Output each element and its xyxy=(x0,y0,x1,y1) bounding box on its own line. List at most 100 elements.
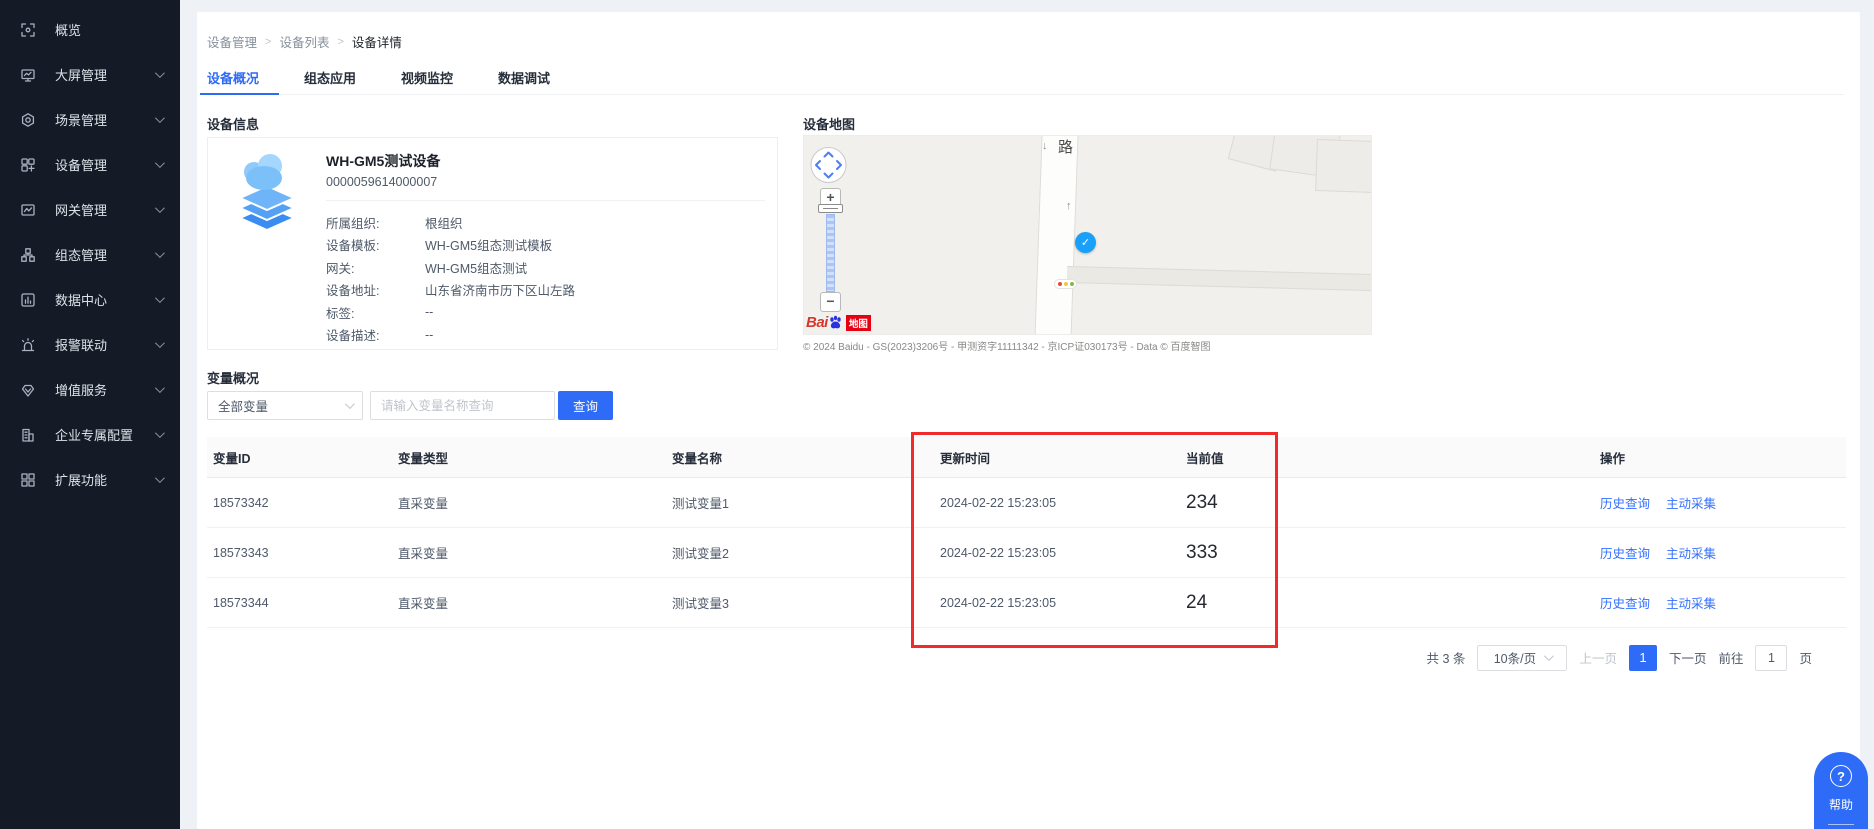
cell-variable-type: 直采变量 xyxy=(398,593,672,612)
col-header-actions: 操作 xyxy=(1600,448,1846,467)
sidebar-item-label: 报警联动 xyxy=(55,335,107,354)
cell-variable-name: 测试变量3 xyxy=(672,593,940,612)
cell-variable-type: 直采变量 xyxy=(398,543,672,562)
help-label: 帮助 xyxy=(1829,796,1853,813)
chevron-down-icon xyxy=(155,203,165,213)
sidebar-item-scene-mgmt[interactable]: 场景管理 xyxy=(0,97,180,142)
sidebar-item-screen-mgmt[interactable]: 大屏管理 xyxy=(0,52,180,97)
sidebar-item-label: 大屏管理 xyxy=(55,65,107,84)
field-value: WH-GM5组态测试 xyxy=(425,258,527,277)
device-name: WH-GM5测试设备 xyxy=(326,151,440,171)
device-field-row: 所属组织:根组织 xyxy=(326,211,767,234)
field-value: -- xyxy=(425,305,433,319)
cell-actions: 历史查询 主动采集 xyxy=(1600,543,1846,562)
device-field-row: 标签:-- xyxy=(326,301,767,324)
baidu-paw-icon xyxy=(828,315,843,330)
zoom-slider-handle[interactable] xyxy=(818,204,843,213)
map-building xyxy=(1315,139,1372,193)
tab-video-monitor[interactable]: 视频监控 xyxy=(401,65,453,94)
field-label: 设备描述: xyxy=(326,325,425,344)
breadcrumb-item[interactable]: 设备列表 xyxy=(279,32,329,51)
device-info-title: 设备信息 xyxy=(207,114,259,133)
sidebar-item-data-center[interactable]: 数据中心 xyxy=(0,277,180,322)
scene-icon xyxy=(20,112,36,128)
manual-collect-link[interactable]: 主动采集 xyxy=(1666,493,1716,512)
tab-bar: 设备概况 组态应用 视频监控 数据调试 xyxy=(207,65,1844,95)
page-number-button[interactable]: 1 xyxy=(1629,645,1657,671)
chevron-down-icon xyxy=(155,293,165,303)
screen-icon xyxy=(20,67,36,83)
sidebar-item-label: 网关管理 xyxy=(55,200,107,219)
cell-variable-id: 18573343 xyxy=(213,546,398,560)
map-pan-control[interactable] xyxy=(809,146,848,189)
cell-variable-name: 测试变量2 xyxy=(672,543,940,562)
map-marker-icon[interactable]: ✓ xyxy=(1075,232,1096,253)
page-size-select[interactable]: 10条/页 xyxy=(1477,645,1567,671)
goto-page-input[interactable] xyxy=(1755,645,1787,671)
breadcrumb: 设备管理 > 设备列表 > 设备详情 xyxy=(207,32,402,51)
sidebar-item-extensions[interactable]: 扩展功能 xyxy=(0,457,180,502)
device-map-title: 设备地图 xyxy=(803,114,855,133)
map-road-vertical xyxy=(1034,135,1079,335)
map-road-label: 路 xyxy=(1058,136,1073,157)
col-header-variable-name: 变量名称 xyxy=(672,448,940,467)
device-stack-icon xyxy=(232,148,302,236)
tab-config-app[interactable]: 组态应用 xyxy=(304,65,356,94)
manual-collect-link[interactable]: 主动采集 xyxy=(1666,593,1716,612)
cell-update-time: 2024-02-22 15:23:05 xyxy=(940,596,1186,610)
field-value: 山东省济南市历下区山左路 xyxy=(425,280,575,299)
device-info-card: WH-GM5测试设备 0000059614000007 所属组织:根组织 设备模… xyxy=(207,137,778,350)
prev-page-button[interactable]: 上一页 xyxy=(1579,648,1617,667)
map-canvas[interactable]: 路 ↓ ↑ ✓ + xyxy=(803,135,1372,335)
map-copyright: © 2024 Baidu - GS(2023)3206号 - 甲测资字11111… xyxy=(803,338,1372,353)
history-query-link[interactable]: 历史查询 xyxy=(1600,593,1650,612)
sidebar-item-label: 数据中心 xyxy=(55,290,107,309)
road-arrow-down-icon: ↓ xyxy=(1042,140,1048,152)
field-value: 根组织 xyxy=(425,213,463,232)
breadcrumb-item-current: 设备详情 xyxy=(352,32,402,51)
sidebar-item-alarm-linkage[interactable]: 报警联动 xyxy=(0,322,180,367)
zoom-out-button[interactable]: − xyxy=(820,292,841,312)
config-tree-icon xyxy=(20,247,36,263)
cell-actions: 历史查询 主动采集 xyxy=(1600,593,1846,612)
table-row: 18573342 直采变量 测试变量1 2024-02-22 15:23:05 … xyxy=(207,478,1846,528)
tab-device-overview[interactable]: 设备概况 xyxy=(207,65,259,94)
help-widget[interactable]: ? 帮助 xyxy=(1814,752,1868,829)
sidebar-item-enterprise-config[interactable]: 企业专属配置 xyxy=(0,412,180,457)
field-label: 网关: xyxy=(326,258,425,277)
sidebar-item-value-added[interactable]: 增值服务 xyxy=(0,367,180,412)
sidebar-item-gateway-mgmt[interactable]: 网关管理 xyxy=(0,187,180,232)
overview-icon xyxy=(20,22,36,38)
table-row: 18573343 直采变量 测试变量2 2024-02-22 15:23:05 … xyxy=(207,528,1846,578)
device-id: 0000059614000007 xyxy=(326,175,437,189)
pagination-total: 共 3 条 xyxy=(1427,648,1466,667)
manual-collect-link[interactable]: 主动采集 xyxy=(1666,543,1716,562)
variable-search-input[interactable] xyxy=(370,391,555,420)
breadcrumb-item[interactable]: 设备管理 xyxy=(207,32,257,51)
sidebar-item-label: 场景管理 xyxy=(55,110,107,129)
road-arrow-up-icon: ↑ xyxy=(1066,200,1072,212)
zoom-slider-track[interactable] xyxy=(826,214,835,292)
chevron-down-icon xyxy=(1544,651,1554,661)
chevron-down-icon xyxy=(155,113,165,123)
map-road-horizontal xyxy=(1067,266,1372,291)
sidebar-item-overview[interactable]: 概览 xyxy=(0,7,180,52)
sidebar-item-label: 设备管理 xyxy=(55,155,107,174)
grid-icon xyxy=(20,472,36,488)
cell-variable-id: 18573344 xyxy=(213,596,398,610)
table-header-row: 变量ID 变量类型 变量名称 更新时间 当前值 操作 xyxy=(207,437,1846,478)
next-page-button[interactable]: 下一页 xyxy=(1669,648,1707,667)
sidebar-item-device-mgmt[interactable]: 设备管理 xyxy=(0,142,180,187)
sidebar-item-label: 增值服务 xyxy=(55,380,107,399)
query-button[interactable]: 查询 xyxy=(558,391,613,420)
divider xyxy=(326,200,765,201)
tab-data-debug[interactable]: 数据调试 xyxy=(498,65,550,94)
field-label: 设备模板: xyxy=(326,235,425,254)
field-value: -- xyxy=(425,328,433,342)
cell-variable-name: 测试变量1 xyxy=(672,493,940,512)
history-query-link[interactable]: 历史查询 xyxy=(1600,543,1650,562)
sidebar-item-label: 企业专属配置 xyxy=(55,425,133,444)
history-query-link[interactable]: 历史查询 xyxy=(1600,493,1650,512)
sidebar-item-config-mgmt[interactable]: 组态管理 xyxy=(0,232,180,277)
variable-type-select[interactable]: 全部变量 xyxy=(207,391,363,420)
